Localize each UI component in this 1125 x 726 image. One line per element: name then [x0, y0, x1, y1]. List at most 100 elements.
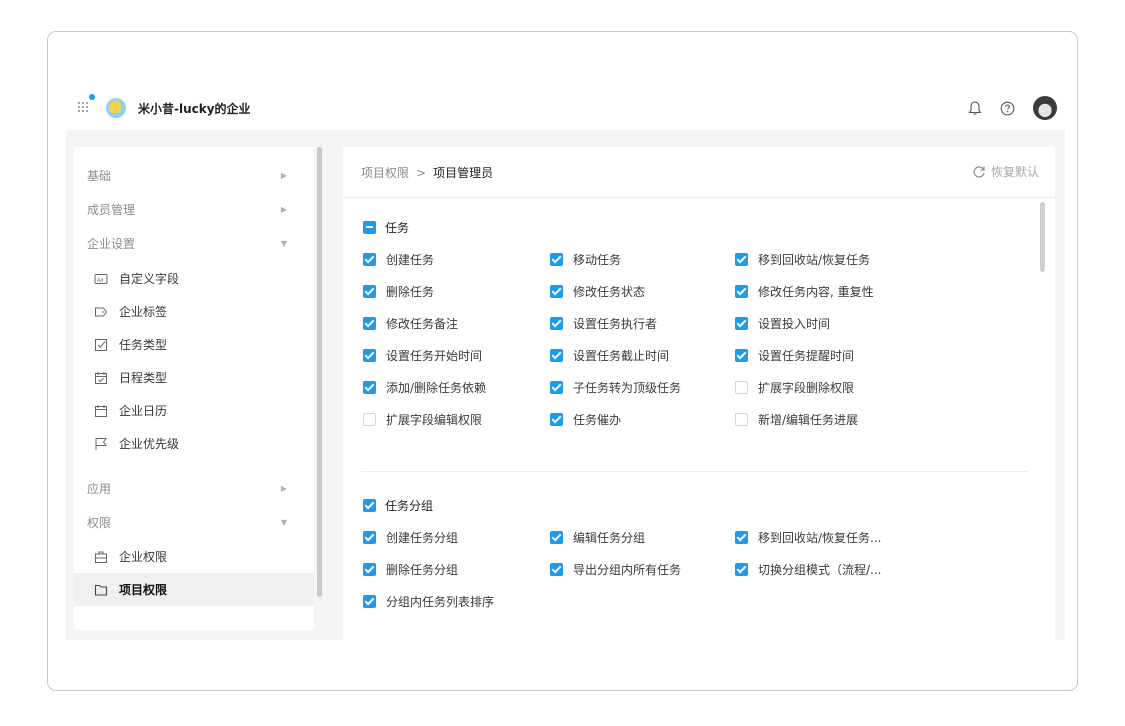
sidebar-section-members[interactable]: 成员管理 ▶	[87, 193, 292, 225]
permission-checkbox[interactable]	[363, 348, 376, 362]
permission-item[interactable]: 设置任务执行者	[550, 315, 657, 331]
sidebar-item-label: 项目权限	[119, 583, 168, 597]
permission-checkbox[interactable]	[735, 380, 748, 394]
restore-default-button[interactable]: 恢复默认	[972, 163, 1039, 180]
permission-label: 创建任务	[386, 252, 435, 267]
permission-checkbox[interactable]	[550, 284, 563, 298]
permission-label: 添加/删除任务依赖	[386, 380, 487, 395]
permission-item[interactable]: 创建任务	[363, 251, 434, 267]
permission-item[interactable]: 扩展字段编辑权限	[363, 411, 482, 427]
permission-checkbox[interactable]	[363, 316, 376, 330]
sidebar-section-org-settings[interactable]: 企业设置 ▼	[87, 227, 292, 259]
permission-checkbox[interactable]	[363, 284, 376, 298]
sidebar-item-label: 日程类型	[119, 371, 168, 385]
sidebar-item-org-calendar[interactable]: 企业日历	[74, 394, 314, 427]
app-grid-icon[interactable]	[78, 102, 90, 114]
permission-checkbox[interactable]	[735, 252, 748, 266]
permission-item[interactable]: 修改任务备注	[363, 315, 458, 331]
permission-label: 设置任务开始时间	[386, 348, 483, 363]
permission-checkbox[interactable]	[735, 316, 748, 330]
permission-checkbox[interactable]	[735, 284, 748, 298]
chevron-right-icon: ▶	[280, 483, 287, 493]
group-title-label: 任务	[385, 220, 410, 235]
section-label: 应用	[87, 481, 112, 496]
permission-item[interactable]: 子任务转为顶级任务	[550, 379, 681, 395]
sidebar-item-schedule-type[interactable]: 日程类型	[74, 361, 314, 394]
chevron-down-icon: ▼	[280, 517, 287, 527]
sidebar-item-label: 自定义字段	[119, 272, 180, 286]
permission-checkbox[interactable]	[363, 252, 376, 266]
calendar-check-icon	[95, 371, 107, 384]
permission-label: 任务催办	[573, 412, 622, 427]
notification-dot	[89, 94, 95, 100]
bell-icon[interactable]	[968, 100, 982, 116]
permission-item[interactable]: 修改任务内容, 重复性	[735, 283, 874, 299]
permission-item[interactable]: 删除任务分组	[363, 561, 458, 577]
group-checkbox[interactable]	[363, 220, 376, 234]
tag-icon	[95, 307, 108, 316]
permission-item[interactable]: 设置任务提醒时间	[735, 347, 854, 363]
sidebar-section-apps[interactable]: 应用 ▶	[87, 472, 292, 504]
permission-checkbox[interactable]	[363, 380, 376, 394]
permission-item[interactable]: 新增/编辑任务进展	[735, 411, 858, 427]
permission-checkbox[interactable]	[550, 316, 563, 330]
permission-item[interactable]: 设置任务开始时间	[363, 347, 482, 363]
permission-item[interactable]: 切换分组模式（流程/...	[735, 561, 882, 577]
org-name[interactable]: 米小昔-lucky的企业	[138, 100, 251, 117]
permission-checkbox[interactable]	[550, 412, 563, 426]
permission-item[interactable]: 移到回收站/恢复任务	[735, 251, 870, 267]
permission-checkbox[interactable]	[363, 594, 376, 608]
sidebar-section-permissions[interactable]: 权限 ▼	[87, 506, 292, 538]
permission-label: 修改任务状态	[573, 284, 646, 299]
sidebar-item-org-tags[interactable]: 企业标签	[74, 295, 314, 328]
svg-text:Aa: Aa	[97, 277, 103, 283]
permission-item[interactable]: 删除任务	[363, 283, 434, 299]
permission-item[interactable]: 导出分组内所有任务	[550, 561, 681, 577]
permission-checkbox[interactable]	[550, 562, 563, 576]
group-checkbox[interactable]	[363, 498, 376, 512]
permission-checkbox[interactable]	[363, 530, 376, 544]
group-title[interactable]: 任务	[363, 219, 409, 235]
org-logo[interactable]	[106, 98, 126, 118]
sidebar-item-project-permissions[interactable]: 项目权限	[74, 573, 314, 606]
workspace: 基础 ▶ 成员管理 ▶ 企业设置 ▼ Aa 自定义字段 企业标签 任务类型 日程…	[66, 130, 1065, 640]
permission-checkbox[interactable]	[735, 412, 748, 426]
permission-checkbox[interactable]	[735, 530, 748, 544]
permission-item[interactable]: 任务催办	[550, 411, 621, 427]
help-icon[interactable]	[1000, 101, 1015, 116]
permission-item[interactable]: 扩展字段删除权限	[735, 379, 854, 395]
permission-checkbox[interactable]	[550, 530, 563, 544]
permission-item[interactable]: 移到回收站/恢复任务...	[735, 529, 882, 545]
sidebar-scrollbar[interactable]	[317, 147, 322, 597]
permission-checkbox[interactable]	[735, 348, 748, 362]
permission-checkbox[interactable]	[550, 348, 563, 362]
permission-label: 设置任务截止时间	[573, 348, 670, 363]
sidebar-item-task-type[interactable]: 任务类型	[74, 328, 314, 361]
permission-item[interactable]: 设置任务截止时间	[550, 347, 669, 363]
restore-default-label: 恢复默认	[990, 165, 1039, 179]
sidebar-item-custom-field[interactable]: Aa 自定义字段	[74, 262, 314, 295]
permission-item[interactable]: 移动任务	[550, 251, 621, 267]
user-avatar[interactable]	[1033, 96, 1057, 120]
permission-checkbox[interactable]	[550, 380, 563, 394]
panel-scrollbar[interactable]	[1040, 202, 1045, 272]
permission-item[interactable]: 编辑任务分组	[550, 529, 645, 545]
permission-item[interactable]: 创建任务分组	[363, 529, 458, 545]
sidebar-item-label: 企业权限	[119, 550, 168, 564]
sidebar-item-org-priority[interactable]: 企业优先级	[74, 427, 314, 460]
permission-item[interactable]: 添加/删除任务依赖	[363, 379, 486, 395]
permission-item[interactable]: 修改任务状态	[550, 283, 645, 299]
sidebar-item-label: 企业优先级	[119, 437, 180, 451]
permission-item[interactable]: 分组内任务列表排序	[363, 593, 494, 609]
permission-checkbox[interactable]	[363, 412, 376, 426]
permission-label: 设置任务提醒时间	[758, 348, 855, 363]
group-title[interactable]: 任务分组	[363, 497, 433, 513]
permission-item[interactable]: 设置投入时间	[735, 315, 830, 331]
sidebar-item-org-permissions[interactable]: 企业权限	[74, 540, 314, 573]
permission-checkbox[interactable]	[550, 252, 563, 266]
breadcrumb-parent[interactable]: 项目权限	[361, 166, 409, 180]
sidebar-section-basic[interactable]: 基础 ▶	[87, 159, 292, 191]
permission-checkbox[interactable]	[735, 562, 748, 576]
permission-checkbox[interactable]	[363, 562, 376, 576]
top-bar: 米小昔-lucky的企业	[66, 88, 1065, 128]
